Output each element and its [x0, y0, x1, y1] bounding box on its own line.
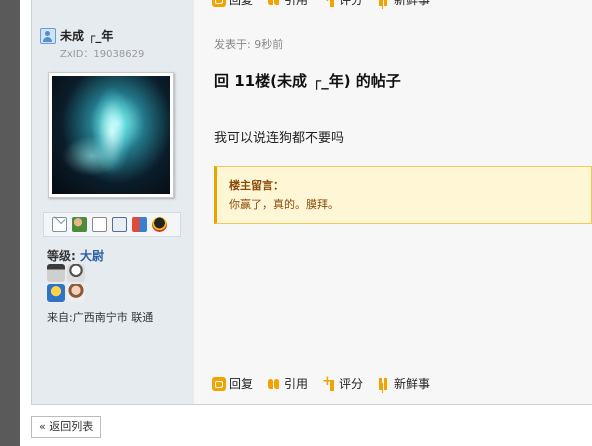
avatar-frame [48, 72, 174, 198]
reply-icon [212, 376, 226, 391]
rate-button[interactable]: 评分 [322, 374, 364, 392]
reply-icon [212, 0, 226, 7]
back-to-list-button[interactable]: « 返回列表 [31, 416, 102, 438]
rate-label: 评分 [339, 377, 364, 391]
user-header: 未成 ┌_年 [40, 27, 113, 44]
medal-icon[interactable] [67, 284, 85, 302]
user-level: 等级: 大尉 [47, 247, 104, 264]
reply-button-top[interactable]: 回复 [212, 0, 253, 8]
owner-note-title: 楼主留言： [229, 179, 284, 192]
reply-button[interactable]: 回复 [212, 375, 253, 392]
level-value[interactable]: 大尉 [80, 249, 104, 263]
divider-bottom [31, 404, 592, 405]
rate-icon [322, 374, 336, 391]
blocks-icon[interactable] [132, 217, 147, 232]
reply-label: 回复 [229, 377, 254, 391]
quote-button-top[interactable]: 引用 [267, 0, 308, 8]
medal-icon[interactable] [47, 264, 65, 282]
level-label: 等级: [47, 249, 76, 263]
quote-icon [267, 377, 281, 391]
quote-label: 引用 [284, 377, 309, 391]
news-label: 新鲜事 [394, 0, 431, 7]
mail-icon[interactable] [52, 217, 67, 232]
owner-note: 楼主留言： 你赢了，真的。膜拜。 [214, 166, 592, 224]
search-icon[interactable] [92, 217, 107, 232]
post-actions-top: 回复 引用 评分 新鲜事 [212, 0, 444, 8]
post-title: 回 11楼(未成 ┌_年) 的帖子 [214, 72, 401, 90]
medal-icon[interactable] [67, 264, 85, 282]
user-zxid: ZxID：19038629 [60, 49, 145, 60]
owner-note-text: 你赢了，真的。膜拜。 [229, 198, 339, 211]
profile-card-icon[interactable] [112, 217, 127, 232]
add-friend-icon[interactable] [72, 217, 87, 232]
username[interactable]: 未成 ┌_年 [60, 27, 113, 44]
news-icon [377, 0, 391, 7]
avatar[interactable] [52, 76, 170, 194]
post-time: 发表于: 9秒前 [214, 38, 284, 51]
quote-label: 引用 [284, 0, 309, 7]
user-sidebar [31, 0, 195, 404]
post-body: 我可以说连狗都不要吗 [214, 131, 345, 146]
quote-button[interactable]: 引用 [267, 375, 308, 392]
page: 回复 引用 评分 新鲜事 未成 ┌_年 ZxID：19038629 等级: 大尉… [20, 0, 592, 446]
user-icon [40, 27, 56, 44]
medal-icon[interactable] [47, 284, 65, 302]
news-button[interactable]: 新鲜事 [377, 375, 430, 392]
qq-icon[interactable] [152, 217, 167, 232]
quote-icon [267, 0, 281, 7]
news-icon [377, 377, 391, 391]
post-actions-bottom: 回复 引用 评分 新鲜事 [212, 374, 444, 392]
news-button-top[interactable]: 新鲜事 [377, 0, 430, 8]
user-action-bar [43, 212, 181, 237]
rate-icon [322, 0, 336, 7]
rate-label: 评分 [339, 0, 364, 7]
rate-button-top[interactable]: 评分 [322, 0, 363, 8]
news-label: 新鲜事 [394, 377, 431, 391]
medal-group [47, 264, 95, 304]
reply-label: 回复 [229, 0, 254, 7]
user-location: 来自:广西南宁市 联通 [47, 311, 154, 324]
